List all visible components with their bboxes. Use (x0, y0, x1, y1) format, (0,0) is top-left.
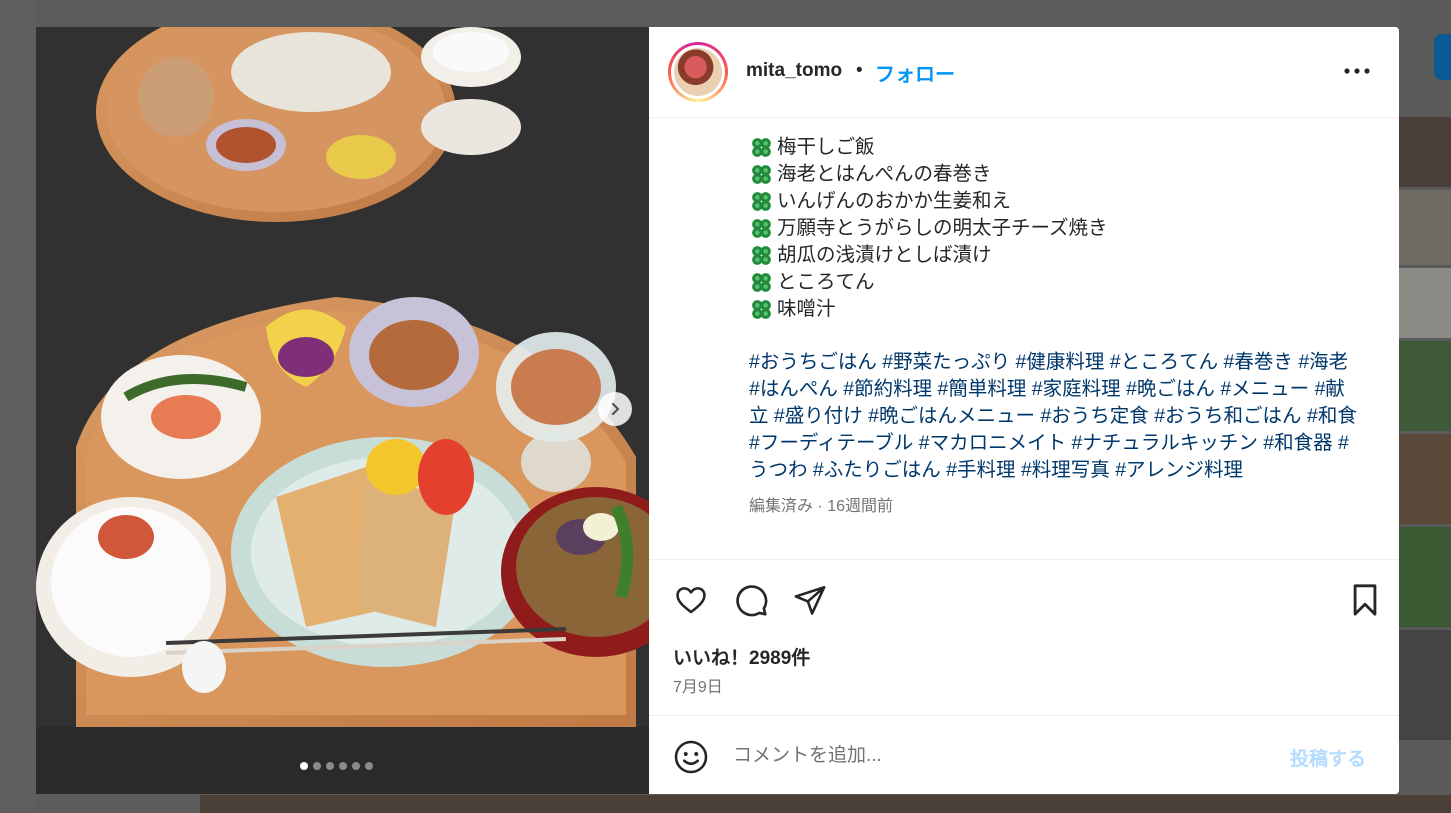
clover-icon (752, 138, 771, 157)
clover-icon (752, 165, 771, 184)
background-thumbnail (1399, 268, 1451, 338)
post-image (36, 27, 649, 794)
background-thumbnail (1399, 117, 1451, 187)
carousel-dot (313, 762, 321, 770)
carousel-dot (352, 762, 360, 770)
dish-name: 胡瓜の浅漬けとしば漬け (777, 244, 992, 266)
bookmark-icon (1353, 584, 1377, 616)
background-thumbnail (1399, 630, 1451, 740)
like-button[interactable] (671, 580, 711, 620)
comment-button[interactable] (731, 580, 771, 620)
dish-name: 海老とはんぺんの春巻き (777, 163, 992, 185)
edited-timestamp: 編集済み · 16週間前 (749, 498, 894, 515)
like-count[interactable]: いいね！2989件 (673, 643, 810, 670)
post-details-panel: mita_tomo • フォロー 梅干しご飯海老とはんぺんの春巻き いんげんのおか… (649, 27, 1399, 794)
carousel-dot (326, 762, 334, 770)
clover-icon (752, 273, 771, 292)
emoji-button[interactable] (671, 737, 711, 777)
dish-line: 万願寺とうがらしの明太子チーズ焼き (749, 215, 1364, 242)
post-comment-button[interactable]: 投稿する (1290, 744, 1366, 771)
emoji-icon (674, 740, 708, 774)
dish-line: 胡瓜の浅漬けとしば漬け (749, 242, 1364, 269)
carousel-dot (365, 762, 373, 770)
share-icon (794, 585, 826, 615)
background-button (1434, 34, 1451, 80)
dish-name: 梅干しご飯 (777, 136, 875, 158)
dish-name: 万願寺とうがらしの明太子チーズ焼き (777, 217, 1108, 239)
background-thumbnail (1399, 341, 1451, 431)
carousel-dot (300, 762, 308, 770)
hashtags[interactable]: #おうちごはん #野菜たっぷり #健康料理 #ところてん #春巻き #海老 #は… (749, 349, 1364, 484)
clover-icon (752, 246, 771, 265)
dish-line: 海老とはんぺんの春巻き (749, 161, 1364, 188)
carousel-dot (339, 762, 347, 770)
header-separator: • (856, 60, 863, 81)
next-slide-button[interactable] (598, 392, 632, 426)
dish-line: いんげんのおかか生姜和え (749, 188, 1364, 215)
dish-name: 味噌汁 (777, 298, 836, 320)
background-thumbnail (1399, 434, 1451, 524)
more-icon (1344, 68, 1370, 74)
dish-name: ところてん (777, 271, 875, 293)
carousel-indicator (300, 762, 373, 770)
dish-list: 梅干しご飯海老とはんぺんの春巻き いんげんのおかか生姜和え万願寺とうがらしの明太子… (749, 134, 1364, 323)
clover-icon (752, 219, 771, 238)
clover-icon (752, 300, 771, 319)
avatar[interactable] (668, 42, 728, 102)
background-left-strip (0, 0, 36, 813)
background-thumbnail (1399, 527, 1451, 627)
dish-line: 梅干しご飯 (749, 134, 1364, 161)
post-header: mita_tomo • フォロー (649, 27, 1399, 118)
comment-input[interactable] (733, 741, 1273, 771)
share-button[interactable] (790, 580, 830, 620)
post-modal: mita_tomo • フォロー 梅干しご飯海老とはんぺんの春巻き いんげんのおか… (36, 27, 1399, 794)
dish-line: 味噌汁 (749, 296, 1364, 323)
heart-icon (676, 587, 706, 614)
post-date[interactable]: 7月9日 (673, 673, 723, 697)
bookmark-button[interactable] (1345, 580, 1385, 620)
background-bottom-strip (200, 795, 1451, 813)
dish-name: いんげんのおかか生姜和え (777, 190, 1012, 212)
avatar-frame (671, 45, 725, 99)
comment-icon (736, 585, 768, 617)
follow-button[interactable]: フォロー (875, 58, 955, 87)
comment-bar: 投稿する (649, 715, 1399, 794)
more-options-button[interactable] (1343, 57, 1371, 85)
background-thumbnail (1399, 190, 1451, 265)
avatar-image (674, 48, 722, 96)
background-right-strip (1399, 0, 1451, 813)
clover-icon (752, 192, 771, 211)
dish-line: ところてん (749, 269, 1364, 296)
food-photo (36, 27, 649, 794)
post-caption: 梅干しご飯海老とはんぺんの春巻き いんげんのおかか生姜和え万願寺とうがらしの明太子… (749, 134, 1364, 520)
username-link[interactable]: mita_tomo (746, 60, 842, 82)
chevron-right-icon (611, 402, 620, 416)
